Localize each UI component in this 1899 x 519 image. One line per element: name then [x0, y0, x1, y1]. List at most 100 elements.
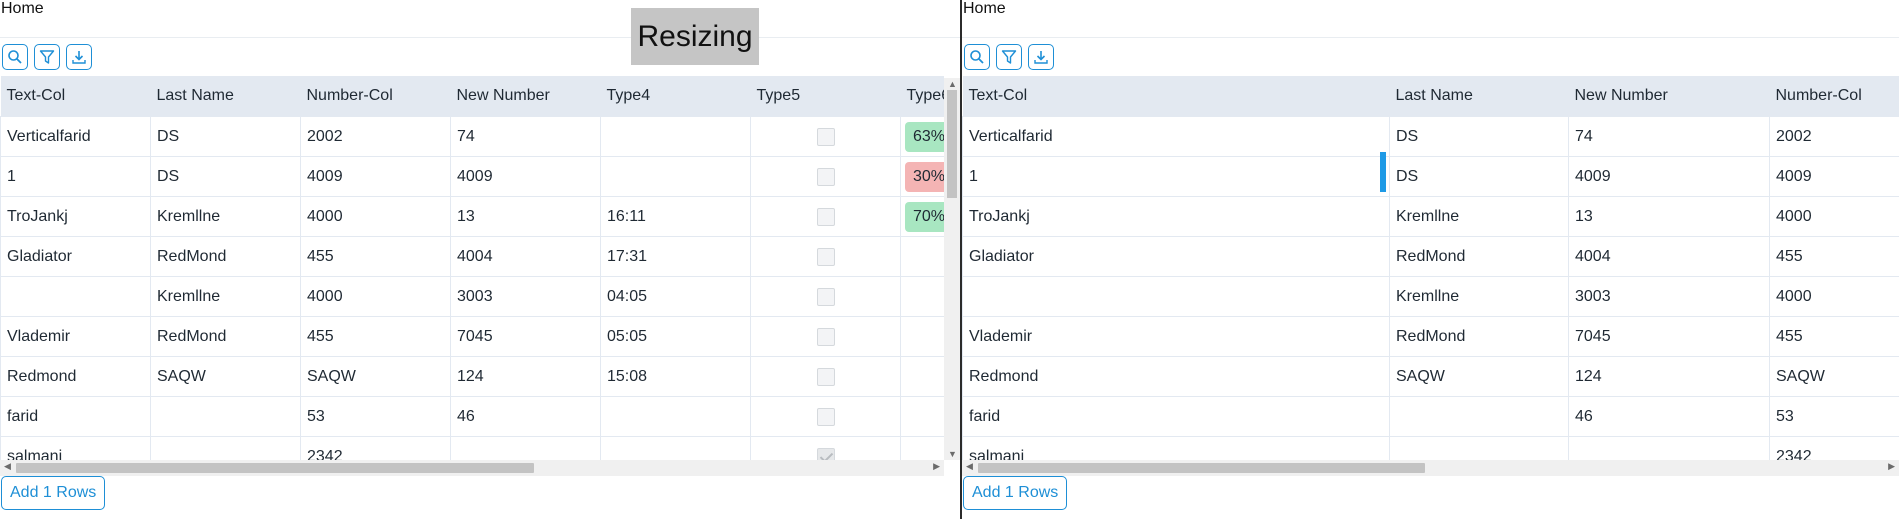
- table-cell[interactable]: 4004: [450, 236, 601, 277]
- checkbox[interactable]: [816, 127, 835, 146]
- table-cell[interactable]: 455: [300, 236, 451, 277]
- table-cell[interactable]: RedMond: [1389, 236, 1569, 277]
- horizontal-scrollbar[interactable]: ◀ ▶: [0, 460, 944, 476]
- table-row[interactable]: Verticalfarid DS 2002 74 63%: [0, 116, 944, 157]
- table-cell[interactable]: Redmond: [962, 356, 1390, 397]
- table-row[interactable]: Redmond SAQW 124 SAQW: [962, 356, 1899, 397]
- checkbox[interactable]: [816, 327, 835, 346]
- column-header-type4[interactable]: Type4: [600, 76, 751, 117]
- table-row[interactable]: farid 53 46: [0, 396, 944, 437]
- table-cell[interactable]: RedMond: [1389, 316, 1569, 357]
- table-cell[interactable]: 74: [450, 116, 601, 157]
- column-header-new-number[interactable]: New Number: [450, 76, 601, 117]
- scroll-right-icon[interactable]: ▶: [933, 461, 940, 472]
- table-cell[interactable]: RedMond: [150, 236, 301, 277]
- table-cell[interactable]: [750, 396, 901, 437]
- table-cell[interactable]: 2342: [1769, 436, 1899, 460]
- table-cell[interactable]: 53: [300, 396, 451, 437]
- checkbox[interactable]: [816, 287, 835, 306]
- table-row[interactable]: farid 46 53: [962, 396, 1899, 437]
- table-cell[interactable]: 05:05: [600, 316, 751, 357]
- column-header-text-col[interactable]: Text-Col: [962, 76, 1390, 117]
- table-row[interactable]: Verticalfarid DS 74 2002: [962, 116, 1899, 157]
- table-cell[interactable]: 53: [1769, 396, 1899, 437]
- checkbox[interactable]: [816, 167, 835, 186]
- scroll-up-icon[interactable]: ▲: [948, 79, 957, 89]
- table-cell[interactable]: [900, 316, 944, 357]
- checkbox[interactable]: [816, 447, 835, 460]
- table-cell[interactable]: TroJankj: [962, 196, 1390, 237]
- table-cell[interactable]: SAQW: [1769, 356, 1899, 397]
- table-cell[interactable]: [900, 436, 944, 460]
- table-cell[interactable]: 17:31: [600, 236, 751, 277]
- table-cell[interactable]: Redmond: [0, 356, 151, 397]
- table-row[interactable]: 1 DS 4009 4009 30%: [0, 156, 944, 197]
- table-cell[interactable]: 4009: [300, 156, 451, 197]
- table-row[interactable]: Vlademir RedMond 455 7045 05:05: [0, 316, 944, 357]
- table-cell[interactable]: Verticalfarid: [962, 116, 1390, 157]
- table-cell[interactable]: [600, 156, 751, 197]
- table-cell[interactable]: 7045: [1568, 316, 1770, 357]
- table-cell[interactable]: 63%: [900, 116, 944, 157]
- table-cell[interactable]: DS: [1389, 156, 1569, 197]
- download-button[interactable]: [66, 44, 92, 70]
- table-cell[interactable]: DS: [1389, 116, 1569, 157]
- table-cell[interactable]: [750, 316, 901, 357]
- table-row[interactable]: 1 DS 4009 4009: [962, 156, 1899, 197]
- table-cell[interactable]: 7045: [450, 316, 601, 357]
- table-cell[interactable]: 15:08: [600, 356, 751, 397]
- table-cell[interactable]: Vlademir: [0, 316, 151, 357]
- table-cell[interactable]: [750, 196, 901, 237]
- table-cell[interactable]: 1: [962, 156, 1390, 197]
- table-cell[interactable]: 3003: [1568, 276, 1770, 317]
- table-row[interactable]: Redmond SAQW SAQW 124 15:08: [0, 356, 944, 397]
- table-cell[interactable]: Kremllne: [150, 196, 301, 237]
- table-cell[interactable]: 13: [450, 196, 601, 237]
- table-cell[interactable]: Kremllne: [150, 276, 301, 317]
- table-cell[interactable]: TroJankj: [0, 196, 151, 237]
- table-cell[interactable]: [900, 276, 944, 317]
- table-cell[interactable]: [1389, 396, 1569, 437]
- table-cell[interactable]: SAQW: [1389, 356, 1569, 397]
- add-rows-button[interactable]: Add 1 Rows: [963, 476, 1068, 510]
- table-cell[interactable]: [1568, 436, 1770, 460]
- table-cell[interactable]: [750, 236, 901, 277]
- filter-button[interactable]: [996, 44, 1022, 70]
- table-cell[interactable]: RedMond: [150, 316, 301, 357]
- table-cell[interactable]: 4009: [450, 156, 601, 197]
- table-row[interactable]: Gladiator RedMond 455 4004 17:31: [0, 236, 944, 277]
- table-cell[interactable]: [450, 436, 601, 460]
- table-cell[interactable]: 4000: [1769, 276, 1899, 317]
- scroll-thumb[interactable]: [16, 463, 534, 473]
- table-cell[interactable]: 4000: [1769, 196, 1899, 237]
- table-cell[interactable]: 4000: [300, 196, 451, 237]
- breadcrumb[interactable]: Home: [0, 0, 44, 36]
- checkbox[interactable]: [816, 247, 835, 266]
- column-header-last-name[interactable]: Last Name: [150, 76, 301, 117]
- table-row[interactable]: salmani 2342: [0, 436, 944, 460]
- table-row[interactable]: Vlademir RedMond 7045 455: [962, 316, 1899, 357]
- scroll-thumb[interactable]: [947, 90, 957, 198]
- search-button[interactable]: [2, 44, 28, 70]
- column-resize-handle[interactable]: [1380, 152, 1386, 192]
- table-cell[interactable]: [900, 396, 944, 437]
- table-cell[interactable]: Verticalfarid: [0, 116, 151, 157]
- table-cell[interactable]: [600, 436, 751, 460]
- table-cell[interactable]: Gladiator: [0, 236, 151, 277]
- table-cell[interactable]: salmani: [0, 436, 151, 460]
- column-header-number-col[interactable]: Number-Col: [300, 76, 451, 117]
- table-cell[interactable]: 70%: [900, 196, 944, 237]
- table-cell[interactable]: [900, 236, 944, 277]
- table-cell[interactable]: SAQW: [300, 356, 451, 397]
- table-row[interactable]: TroJankj Kremllne 4000 13 16:11 70%: [0, 196, 944, 237]
- scroll-right-icon[interactable]: ▶: [1888, 461, 1895, 472]
- checkbox[interactable]: [816, 207, 835, 226]
- table-cell[interactable]: SAQW: [150, 356, 301, 397]
- table-cell[interactable]: 124: [1568, 356, 1770, 397]
- column-header-text-col[interactable]: Text-Col: [0, 76, 151, 117]
- table-row[interactable]: Kremllne 4000 3003 04:05: [0, 276, 944, 317]
- table-cell[interactable]: [750, 276, 901, 317]
- table-cell[interactable]: [900, 356, 944, 397]
- table-cell[interactable]: Vlademir: [962, 316, 1390, 357]
- table-cell[interactable]: 04:05: [600, 276, 751, 317]
